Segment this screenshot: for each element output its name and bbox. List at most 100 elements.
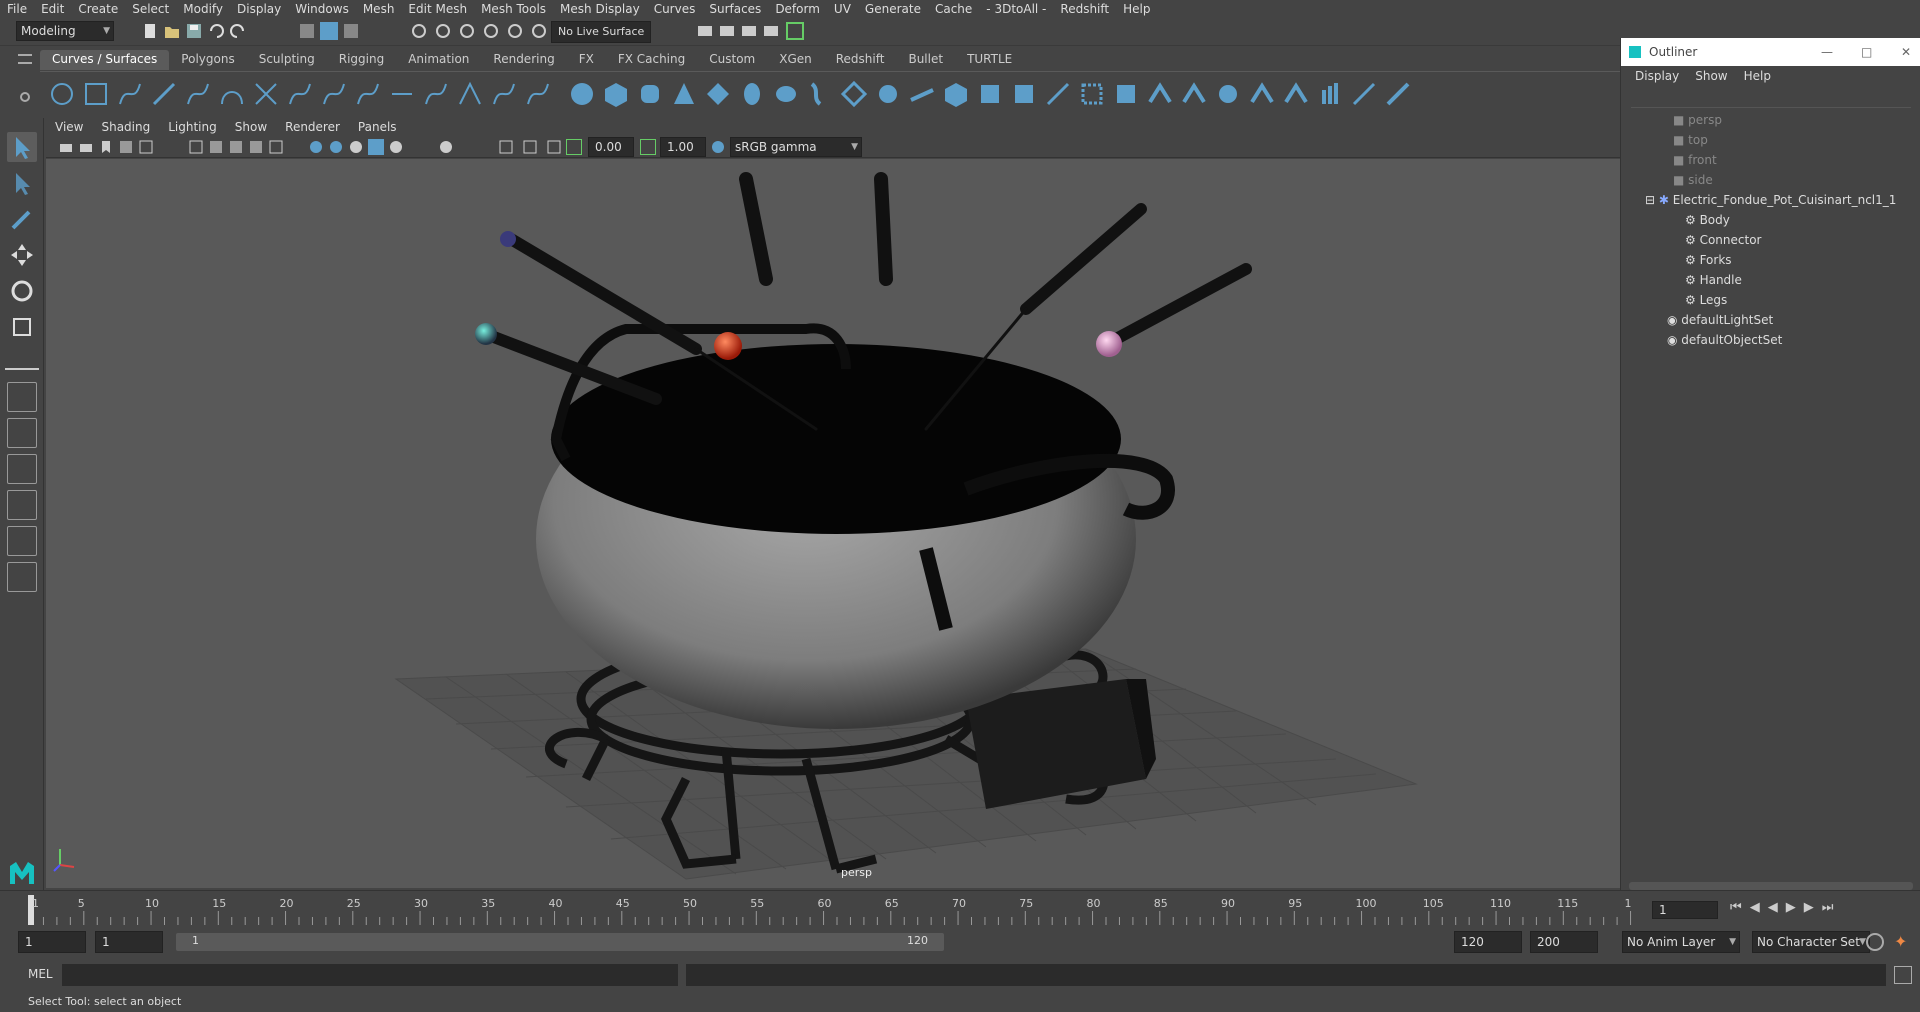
- bevel-plus-icon[interactable]: [942, 80, 970, 108]
- rebuild-surface-icon[interactable]: [1316, 80, 1344, 108]
- menu-mesh-display[interactable]: Mesh Display: [553, 2, 647, 16]
- tab-animation[interactable]: Animation: [396, 50, 481, 70]
- resolution-gate-icon[interactable]: [522, 139, 538, 155]
- tab-curves-surfaces[interactable]: Curves / Surfaces: [40, 50, 170, 70]
- outliner-search-input[interactable]: [1631, 90, 1911, 108]
- current-frame-field[interactable]: 1: [1652, 901, 1718, 919]
- playback-controls[interactable]: ⏮◀◀▶▶⏭: [1730, 900, 1841, 915]
- use-lights-icon[interactable]: [268, 139, 284, 155]
- lasso-tool-icon[interactable]: [7, 168, 37, 198]
- perspective-viewport[interactable]: persp: [46, 159, 1620, 888]
- outliner-item-handle[interactable]: ⚙ Handle: [1685, 270, 1742, 290]
- nurbs-sphere-icon[interactable]: [568, 80, 596, 108]
- tab-rendering[interactable]: Rendering: [481, 50, 566, 70]
- sculpt-geometry-icon[interactable]: [1350, 80, 1378, 108]
- open-scene-icon[interactable]: [163, 22, 181, 40]
- grid-toggle-icon[interactable]: [138, 139, 154, 155]
- motion-blur-icon[interactable]: [348, 139, 364, 155]
- add-points-icon[interactable]: [490, 80, 518, 108]
- viewport-menu-shading[interactable]: Shading: [92, 120, 159, 134]
- loft-icon[interactable]: [806, 80, 834, 108]
- move-tool-icon[interactable]: [7, 240, 37, 270]
- curve-edit-icon[interactable]: [252, 80, 280, 108]
- outliner-item-forks[interactable]: ⚙ Forks: [1685, 250, 1732, 270]
- xray-joints-icon[interactable]: [438, 139, 454, 155]
- insert-isoparm-icon[interactable]: [1044, 80, 1072, 108]
- outliner-item-front[interactable]: ■ front: [1673, 150, 1717, 170]
- bookmark-icon[interactable]: [98, 139, 114, 155]
- menu-surfaces[interactable]: Surfaces: [702, 2, 768, 16]
- menu-redshift[interactable]: Redshift: [1053, 2, 1116, 16]
- curve-fillet-icon[interactable]: [524, 80, 552, 108]
- viewport-menu-lighting[interactable]: Lighting: [159, 120, 226, 134]
- safe-action-icon[interactable]: [546, 139, 562, 155]
- gamma-icon[interactable]: [640, 139, 656, 155]
- outliner-item-fondue-pot[interactable]: ⊟ ✱ Electric_Fondue_Pot_Cuisinart_ncl1_1: [1645, 190, 1896, 210]
- menu-deform[interactable]: Deform: [768, 2, 827, 16]
- snap-curve-icon[interactable]: [434, 22, 452, 40]
- viewport-menu-view[interactable]: View: [46, 120, 92, 134]
- nurbs-torus-icon[interactable]: [738, 80, 766, 108]
- outliner-persp-view-icon[interactable]: [7, 562, 37, 592]
- animation-start-field[interactable]: 1: [18, 931, 86, 953]
- exposure-field[interactable]: 0.00: [588, 137, 634, 157]
- snap-plane-icon[interactable]: [482, 22, 500, 40]
- project-curve-icon[interactable]: [1078, 80, 1106, 108]
- shadows-icon[interactable]: [308, 139, 324, 155]
- select-hierarchy-icon[interactable]: [298, 22, 316, 40]
- pencil-curve-icon[interactable]: [184, 80, 212, 108]
- isolate-select-icon[interactable]: [388, 139, 404, 155]
- auto-key-icon[interactable]: [1866, 933, 1884, 951]
- nurbs-cylinder-icon[interactable]: [636, 80, 664, 108]
- snap-grid-icon[interactable]: [410, 22, 428, 40]
- outliner-item-default-object-set[interactable]: ◉ defaultObjectSet: [1667, 330, 1782, 350]
- playback-start-field[interactable]: 1: [95, 931, 163, 953]
- tab-rigging[interactable]: Rigging: [327, 50, 396, 70]
- four-view-icon[interactable]: [7, 418, 37, 448]
- menu-create[interactable]: Create: [71, 2, 125, 16]
- hypershade-icon[interactable]: [786, 22, 804, 40]
- camera-select-icon[interactable]: [58, 139, 74, 155]
- playback-end-field[interactable]: 120: [1454, 931, 1522, 953]
- select-tool-icon[interactable]: [7, 132, 37, 162]
- wireframe-on-shaded-icon[interactable]: [228, 139, 244, 155]
- animation-end-field[interactable]: 200: [1530, 931, 1598, 953]
- outliner-item-side[interactable]: ■ side: [1673, 170, 1713, 190]
- boundary-icon[interactable]: [976, 80, 1004, 108]
- menu-mesh-tools[interactable]: Mesh Tools: [474, 2, 553, 16]
- surface-edit-icon[interactable]: [1384, 80, 1412, 108]
- ipr-render-icon[interactable]: [740, 22, 758, 40]
- tab-fx-caching[interactable]: FX Caching: [606, 50, 697, 70]
- outliner-menu-display[interactable]: Display: [1627, 69, 1687, 83]
- square-surface-icon[interactable]: [1010, 80, 1038, 108]
- gamma-field[interactable]: 1.00: [660, 137, 706, 157]
- image-plane-icon[interactable]: [118, 139, 134, 155]
- smooth-shade-icon[interactable]: [208, 139, 224, 155]
- command-language-label[interactable]: MEL: [28, 967, 53, 981]
- outliner-item-body[interactable]: ⚙ Body: [1685, 210, 1730, 230]
- single-perspective-view-icon[interactable]: [7, 382, 37, 412]
- rotate-tool-icon[interactable]: [7, 276, 37, 306]
- extend-curve-icon[interactable]: [388, 80, 416, 108]
- paint-select-icon[interactable]: [7, 204, 37, 234]
- menu-curves[interactable]: Curves: [647, 2, 703, 16]
- viewport-menu-show[interactable]: Show: [226, 120, 276, 134]
- tab-fx[interactable]: FX: [567, 50, 606, 70]
- animation-prefs-icon[interactable]: ✦: [1894, 932, 1907, 951]
- nurbs-plane-icon[interactable]: [704, 80, 732, 108]
- nurbs-square-icon[interactable]: [82, 80, 110, 108]
- menu-cache[interactable]: Cache: [928, 2, 979, 16]
- menu-windows[interactable]: Windows: [288, 2, 356, 16]
- save-scene-icon[interactable]: [185, 22, 203, 40]
- more-layouts-icon[interactable]: [7, 603, 37, 623]
- camera-attributes-icon[interactable]: [78, 139, 94, 155]
- cv-curve-icon[interactable]: [116, 80, 144, 108]
- persp-outliner-view-icon[interactable]: [7, 454, 37, 484]
- viewport-menu-panels[interactable]: Panels: [349, 120, 406, 134]
- nurbs-circle-icon[interactable]: [48, 80, 76, 108]
- menu-file[interactable]: File: [0, 2, 34, 16]
- menu-3dtoall[interactable]: - 3DtoAll -: [979, 2, 1053, 16]
- outliner-menu-show[interactable]: Show: [1687, 69, 1735, 83]
- exposure-icon[interactable]: [566, 139, 582, 155]
- tab-bullet[interactable]: Bullet: [896, 50, 955, 70]
